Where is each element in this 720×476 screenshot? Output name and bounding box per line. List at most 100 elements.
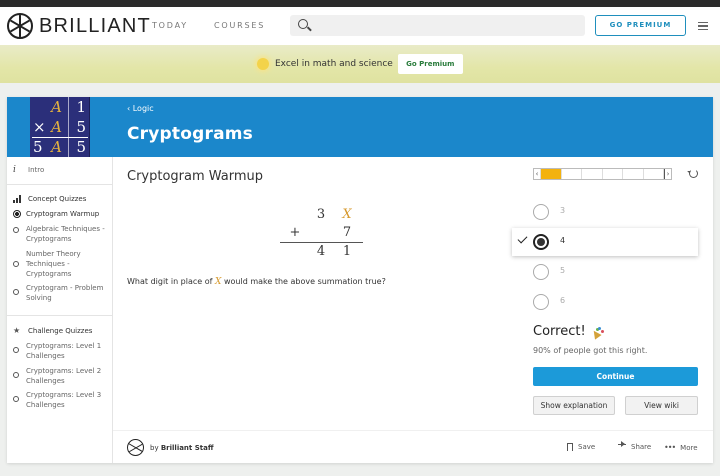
problem-progress[interactable]: ‹ › [533,168,672,180]
brilliant-logo-icon [7,13,33,39]
quiz-card: A 1 A 5 A 5 × 5 ‹ Logic Cryptograms i In… [7,97,713,463]
go-premium-button[interactable]: GO PREMIUM [595,15,686,36]
thumb-times: × [33,118,46,136]
brand-name: BRILLIANT [39,14,151,37]
radio-icon [533,294,549,310]
thumb-cell: 1 [76,98,86,116]
option-label: 5 [560,266,566,275]
view-wiki-button[interactable]: View wiki [625,396,698,415]
sidebar-item-level-3[interactable]: Cryptograms: Level 3 Challenges [13,390,109,410]
sidebar-item-algebraic[interactable]: Algebraic Techniques - Cryptograms [13,224,113,244]
thumb-cell: 5 [76,118,86,136]
promo-banner: Excel in math and science Go Premium [0,45,720,83]
answer-option-selected[interactable]: 4 [512,228,698,256]
banner-go-premium-button[interactable]: Go Premium [397,54,463,74]
sidebar-item-label: Cryptograms: Level 2 Challenges [26,367,102,385]
progress-segment[interactable] [541,169,562,179]
progress-prev-icon[interactable]: ‹ [534,169,541,179]
answer-option[interactable]: 6 [512,288,698,316]
search-bar[interactable] [290,15,585,36]
hamburger-menu-icon[interactable] [698,22,708,30]
circle-icon [13,289,19,295]
thumb-cell: A [51,98,62,116]
problem-title: Cryptogram Warmup [127,169,264,184]
progress-segment[interactable] [623,169,644,179]
option-label: 4 [560,236,566,245]
author-name: Brilliant Staff [160,443,214,452]
sidebar-item-label: Cryptogram - Problem Solving [26,284,104,302]
info-icon: i [13,165,16,175]
sidebar-item-level-2[interactable]: Cryptograms: Level 2 Challenges [13,366,109,386]
progress-segment[interactable] [644,169,664,179]
share-button[interactable]: Share [618,441,652,451]
sidebar-item-label: Algebraic Techniques - Cryptograms [26,225,105,243]
brand-logo[interactable]: BRILLIANT [7,12,151,40]
author-prefix: by [150,443,159,452]
course-header: A 1 A 5 A 5 × 5 ‹ Logic Cryptograms [7,97,713,157]
sidebar-item-label: Cryptogram Warmup [26,210,100,218]
sidebar-item-number-theory[interactable]: Number Theory Techniques - Cryptograms [13,249,105,279]
question-text: What digit in place of X would make the … [127,277,386,287]
radio-selected-icon [533,234,549,250]
progress-next-icon[interactable]: › [664,169,671,179]
breadcrumb-logic[interactable]: ‹ Logic [127,104,154,113]
circle-icon [13,372,19,378]
answer-option[interactable]: 3 [512,198,698,226]
save-button[interactable]: Save [567,443,595,451]
nav-link-courses[interactable]: COURSES [214,21,265,30]
question-part: would make the above summation true? [221,277,386,286]
sidebar-item-label: Cryptograms: Level 3 Challenges [26,391,102,409]
search-input[interactable] [314,15,579,36]
top-strip [0,0,720,7]
answer-option[interactable]: 5 [512,258,698,286]
summation: 3 X + 7 4 1 [277,207,377,267]
current-radio-icon [13,210,21,218]
course-title: Cryptograms [127,124,253,144]
sidebar-header-concept: Concept Quizzes [13,194,86,204]
option-label: 3 [560,206,566,215]
circle-icon [13,396,19,402]
circle-icon [13,261,19,267]
lightbulb-icon [257,58,269,70]
option-label: 6 [560,296,566,305]
sidebar-item-label: Intro [28,166,45,174]
sum-digit: 7 [342,225,352,240]
author-credit[interactable]: by Brilliant Staff [127,439,214,456]
radio-icon [533,204,549,220]
checkmark-icon [517,233,528,244]
sidebar-header-challenge: ★ Challenge Quizzes [13,326,92,336]
sidebar-item-intro[interactable]: i Intro [13,165,44,175]
sidebar-item-level-1[interactable]: Cryptograms: Level 1 Challenges [13,341,109,361]
more-dots-icon: ••• [664,443,676,452]
sum-result-digit: 4 [316,244,326,259]
circle-icon [13,347,19,353]
percent-correct: 90% of people got this right. [533,346,648,355]
sum-variable: X [342,207,352,222]
more-label: More [680,443,698,452]
circle-icon [13,227,19,233]
show-explanation-button[interactable]: Show explanation [533,396,615,415]
continue-button[interactable]: Continue [533,367,698,386]
bar-chart-icon [13,195,21,203]
sidebar-item-label: Number Theory Techniques - Cryptograms [26,250,81,278]
refresh-icon[interactable] [689,169,698,178]
sum-operator: + [289,225,301,240]
problem-area: Cryptogram Warmup 3 X + 7 4 1 What digit… [127,157,407,457]
progress-segment[interactable] [582,169,603,179]
sum-rule [280,242,363,243]
sidebar-item-label: Cryptograms: Level 1 Challenges [26,342,102,360]
sidebar-item-cryptogram-warmup[interactable]: Cryptogram Warmup [13,209,99,219]
save-label: Save [578,443,596,451]
banner-text: Excel in math and science [275,59,393,69]
share-icon [618,441,626,450]
thumb-cell: 5 [76,138,86,156]
nav-link-today[interactable]: TODAY [152,21,188,30]
progress-segment[interactable] [562,169,582,179]
share-label: Share [631,443,652,451]
top-nav: BRILLIANT TODAY COURSES GO PREMIUM [0,7,720,45]
more-button[interactable]: ••• More [664,443,698,452]
sidebar-header-label: Concept Quizzes [28,195,87,203]
question-part: What digit in place of [127,277,215,286]
sidebar-item-problem-solving[interactable]: Cryptogram - Problem Solving [13,283,113,303]
progress-segment[interactable] [603,169,623,179]
